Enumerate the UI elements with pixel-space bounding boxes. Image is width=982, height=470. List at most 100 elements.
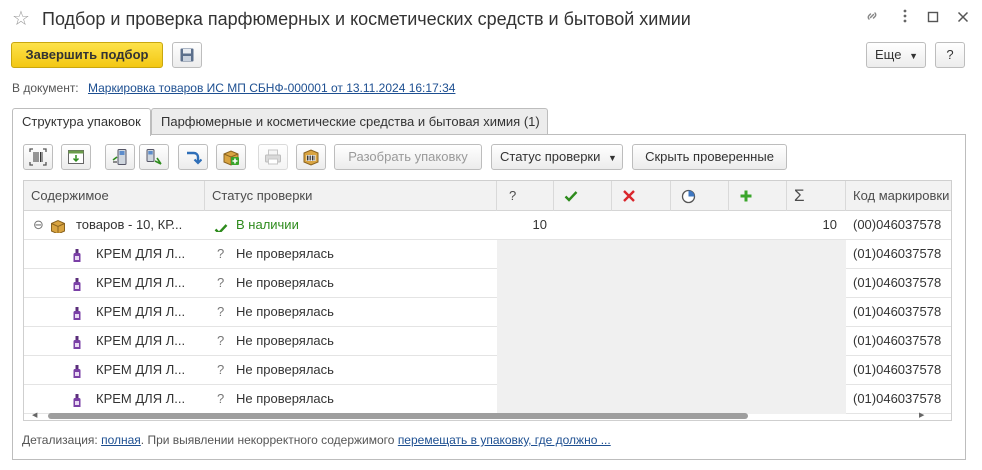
row-code: (01)046037578 (853, 333, 942, 348)
table-row[interactable]: КРЕМ ДЛЯ Л...? Не проверялась (01)04603757… (24, 298, 951, 327)
table-row[interactable]: КРЕМ ДЛЯ Л...? Не проверялась (01)04603757… (24, 269, 951, 298)
cosmetic-bottle-icon (73, 307, 81, 320)
scroll-right-icon[interactable]: ▶ (919, 411, 924, 419)
cosmetic-bottle-icon (73, 249, 81, 262)
row-code: (00)046037578 (853, 217, 942, 232)
column-extra[interactable] (729, 181, 787, 211)
favorite-star-icon[interactable]: ☆ (12, 8, 30, 30)
row-sum (787, 298, 837, 327)
check-icon (214, 224, 228, 232)
row-unknown-count (497, 385, 547, 414)
table-row[interactable]: КРЕМ ДЛЯ Л...? Не проверялась (01)04603757… (24, 356, 951, 385)
row-code: (01)046037578 (853, 246, 942, 261)
cosmetic-bottle-icon (73, 365, 81, 378)
curved-arrow-icon (187, 151, 202, 165)
move-button[interactable] (178, 144, 208, 170)
hide-checked-button[interactable]: Скрыть проверенные (632, 144, 787, 170)
more-icon[interactable] (894, 8, 916, 30)
link-icon[interactable] (861, 8, 883, 30)
document-label: В документ: (12, 81, 79, 95)
plus-icon (740, 190, 752, 202)
collapse-toggle-icon[interactable]: ⊖ (33, 211, 44, 240)
row-code: (01)046037578 (853, 275, 942, 290)
more-button[interactable]: Еще ▼ (866, 42, 926, 68)
scan-barcode-button[interactable] (23, 144, 53, 170)
check-icon (564, 191, 578, 202)
upload-to-terminal-button[interactable] (139, 144, 169, 170)
terminal-upload-icon (146, 149, 162, 165)
box-add-icon (223, 150, 239, 166)
table-row[interactable]: КРЕМ ДЛЯ Л...? Не проверялась (01)04603757… (24, 327, 951, 356)
question-icon: ? (217, 391, 225, 406)
more-button-label: Еще (875, 47, 902, 62)
move-to-package-link[interactable]: перемещать в упаковку, где должно ... (398, 433, 611, 447)
package-barcode-button[interactable] (296, 144, 326, 170)
box-barcode-icon (303, 149, 319, 166)
product-icon (72, 246, 82, 262)
row-content: КРЕМ ДЛЯ Л... (96, 304, 186, 319)
column-unknown[interactable]: ? (497, 181, 554, 211)
table-row[interactable]: ⊖ товаров - 10, КР... В наличии 10 10 (00)046… (24, 211, 951, 240)
data-terminal-button[interactable] (105, 144, 135, 170)
row-sum (787, 356, 837, 385)
cross-icon (623, 190, 635, 202)
horizontal-scrollbar[interactable]: ◀ ▶ (24, 411, 951, 420)
help-button[interactable]: ? (935, 42, 965, 68)
floppy-disk-icon (180, 48, 194, 62)
question-icon: ? (217, 333, 225, 348)
row-sum (787, 327, 837, 356)
column-missing[interactable] (612, 181, 671, 211)
row-content: КРЕМ ДЛЯ Л... (96, 246, 186, 261)
chevron-down-icon: ▼ (608, 153, 617, 163)
row-code: (01)046037578 (853, 362, 942, 377)
row-unknown-count (497, 327, 547, 356)
load-from-file-button[interactable] (61, 144, 91, 170)
tab-perfume-products[interactable]: Парфюмерные и косметические средства и б… (151, 108, 548, 135)
command-bar: Завершить подбор Еще ▼ ? (0, 40, 982, 72)
column-content[interactable]: Содержимое (24, 181, 205, 211)
document-link[interactable]: Маркировка товаров ИС МП СБНФ-000001 от … (88, 81, 455, 95)
pie-clock-icon (681, 189, 696, 204)
save-button[interactable] (172, 42, 202, 68)
row-status: В наличии (236, 217, 299, 232)
cosmetic-bottle-icon (73, 278, 81, 291)
column-status[interactable]: Статус проверки (205, 181, 497, 211)
row-content: КРЕМ ДЛЯ Л... (96, 391, 186, 406)
title-bar: ☆ Подбор и проверка парфюмерных и космет… (0, 0, 982, 40)
tab-package-structure[interactable]: Структура упаковок (12, 108, 151, 136)
row-content: КРЕМ ДЛЯ Л... (96, 333, 186, 348)
row-sum (787, 385, 837, 414)
row-status: Не проверялась (236, 391, 334, 406)
detail-link[interactable]: полная (101, 433, 141, 447)
product-icon (72, 362, 82, 378)
scroll-left-icon[interactable]: ◀ (32, 411, 37, 419)
column-found[interactable] (554, 181, 612, 211)
table-header: Содержимое Статус проверки ? Σ Код марки… (24, 181, 951, 211)
column-sum[interactable]: Σ (787, 181, 846, 211)
add-package-button[interactable] (216, 144, 246, 170)
print-button[interactable] (258, 144, 288, 170)
finish-selection-button[interactable]: Завершить подбор (11, 42, 163, 68)
table-row[interactable]: КРЕМ ДЛЯ Л...? Не проверялась (01)04603757… (24, 240, 951, 269)
table-import-icon (68, 150, 84, 164)
row-unknown-count (497, 240, 547, 269)
column-code[interactable]: Код маркировки (846, 181, 951, 211)
row-status: Не проверялась (236, 362, 334, 377)
unpack-button[interactable]: Разобрать упаковку (334, 144, 482, 170)
document-reference: В документ: Маркировка товаров ИС МП СБН… (12, 81, 455, 95)
column-partial[interactable] (671, 181, 729, 211)
tab-panel: Разобрать упаковку Статус проверки ▼ Скр… (12, 134, 966, 460)
question-icon: ? (217, 275, 225, 290)
packages-table: Содержимое Статус проверки ? Σ Код марки… (23, 180, 952, 421)
cosmetic-bottle-icon (73, 394, 81, 407)
close-icon[interactable] (952, 8, 974, 30)
check-status-dropdown[interactable]: Статус проверки ▼ (491, 144, 623, 170)
cosmetic-bottle-icon (73, 336, 81, 349)
maximize-icon[interactable] (922, 8, 944, 30)
row-unknown-count: 10 (532, 217, 547, 232)
product-icon (72, 391, 82, 407)
box-icon (51, 219, 65, 233)
horizontal-scroll-thumb[interactable] (48, 413, 748, 419)
table-row[interactable]: КРЕМ ДЛЯ Л...? Не проверялась (01)04603757… (24, 385, 951, 414)
printer-icon (265, 149, 281, 165)
